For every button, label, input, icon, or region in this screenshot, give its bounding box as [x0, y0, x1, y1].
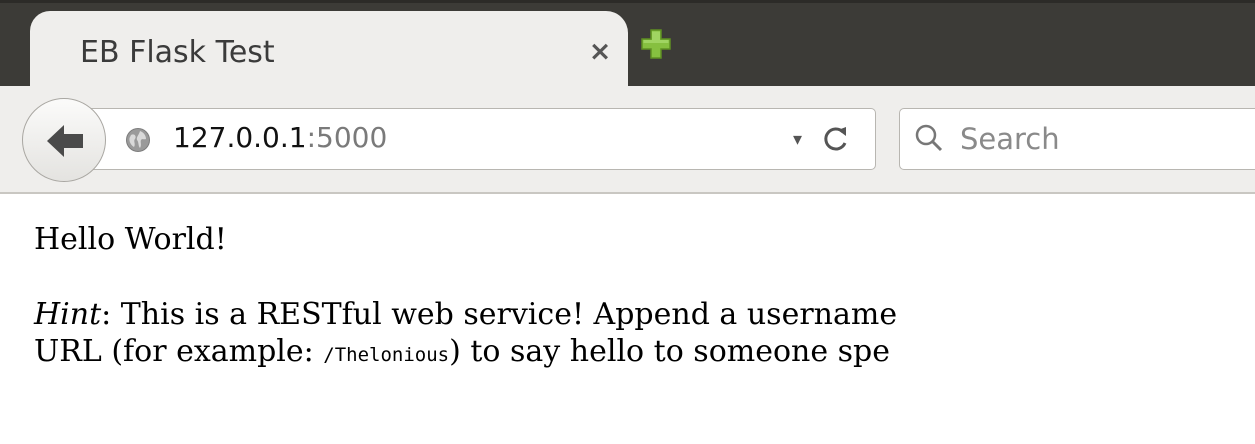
search-bar[interactable] [899, 108, 1255, 170]
plus-icon[interactable] [640, 28, 672, 60]
tab-title: EB Flask Test [80, 35, 275, 70]
hint-text-line2-start: URL (for example: [34, 334, 324, 369]
back-button[interactable] [22, 98, 106, 182]
search-icon [915, 124, 943, 152]
url-port: :5000 [306, 121, 388, 154]
hint-paragraph: Hint: This is a RESTful web service! App… [34, 296, 1255, 374]
hint-label: Hint [34, 297, 102, 332]
browser-window: EB Flask Test × 127.0.0.1:5000 ▾ Search … [0, 0, 1255, 444]
url-bar[interactable]: 127.0.0.1:5000 ▾ [62, 108, 876, 170]
page-content: Hello World! Hint: This is a RESTful web… [34, 218, 1255, 374]
hint-text-line2-end: ) to say hello to someone spe [449, 334, 890, 369]
url-host: 127.0.0.1 [173, 121, 307, 154]
reload-icon[interactable] [821, 123, 851, 155]
navigation-toolbar: 127.0.0.1:5000 ▾ [0, 86, 1255, 194]
greeting-text: Hello World! [34, 222, 227, 257]
url-text[interactable]: 127.0.0.1:5000 [173, 121, 387, 154]
tab-strip: EB Flask Test × [0, 0, 1255, 86]
history-dropdown-icon[interactable]: ▾ [793, 125, 802, 155]
example-path: /Thelonious [323, 344, 450, 366]
close-icon[interactable]: × [585, 37, 615, 67]
search-input[interactable] [960, 119, 1255, 159]
globe-icon [126, 128, 150, 152]
tab-eb-flask-test[interactable]: EB Flask Test × [30, 11, 628, 86]
back-arrow-icon [47, 125, 83, 157]
hint-text-line1: : This is a RESTful web service! Append … [101, 297, 898, 332]
